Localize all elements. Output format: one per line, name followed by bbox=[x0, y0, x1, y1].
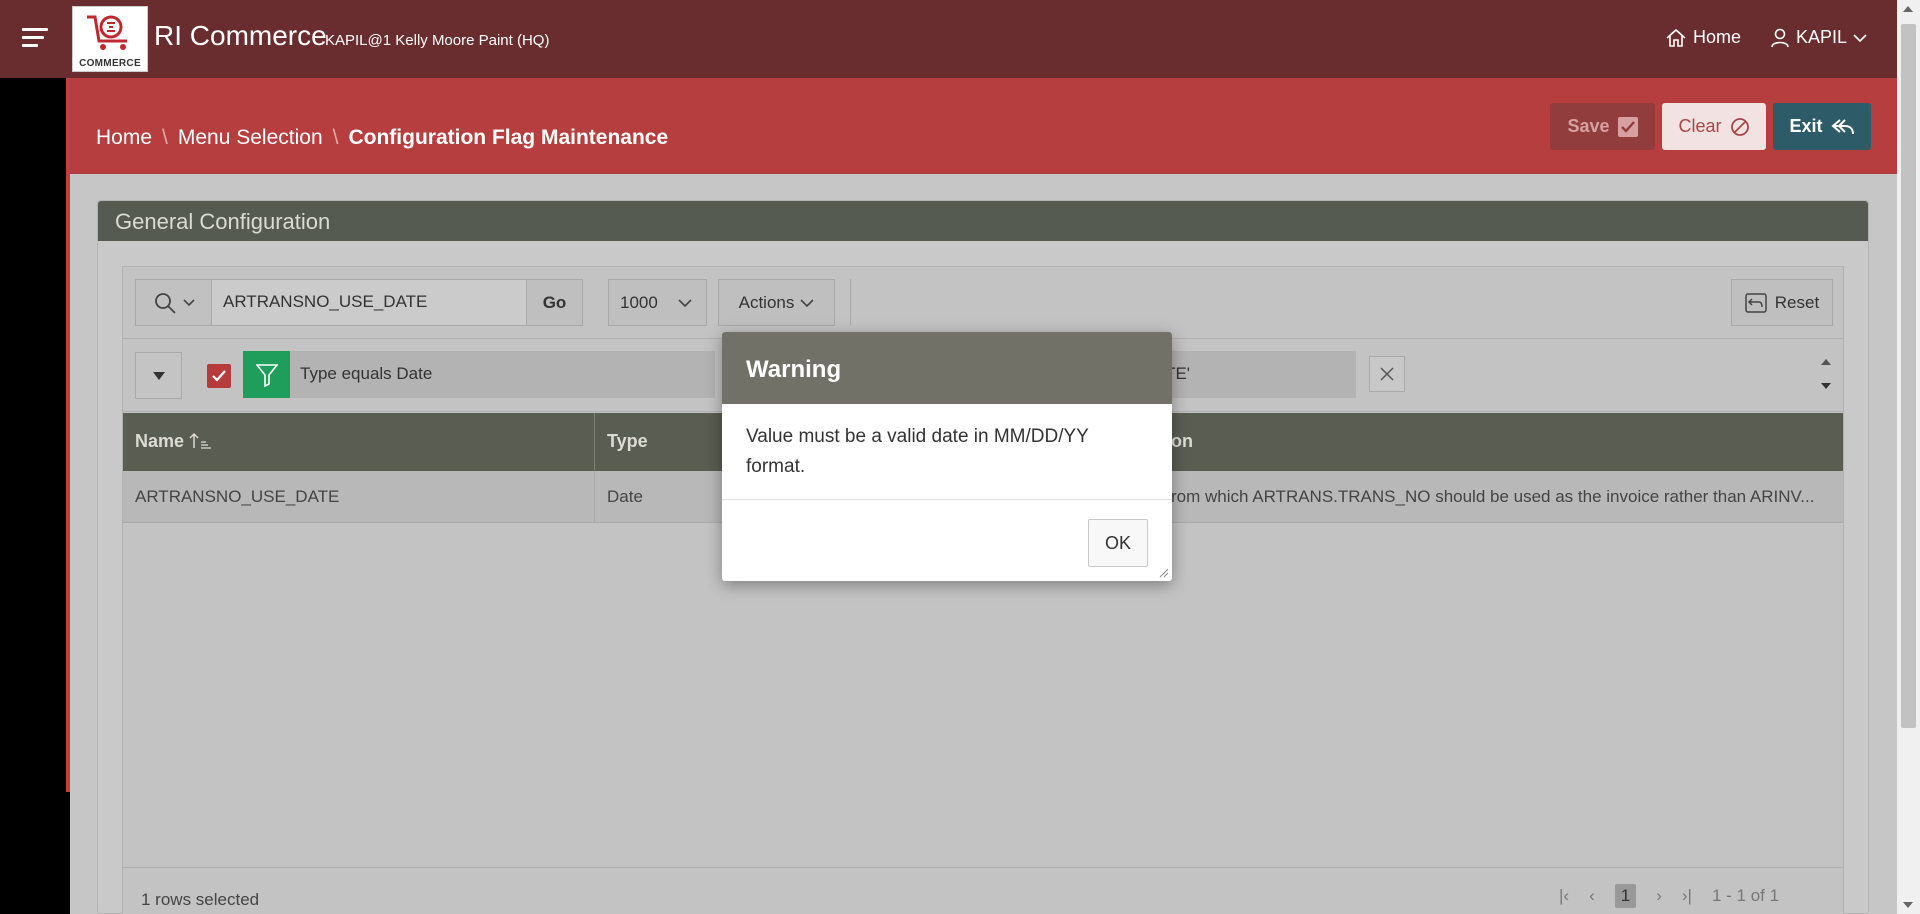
filter-scroll-arrows[interactable] bbox=[1819, 349, 1833, 399]
grid-footer: 1 rows selected |‹ ‹ 1 › ›| 1 - 1 of 1 bbox=[123, 867, 1843, 914]
column-header-type[interactable]: Type bbox=[607, 431, 648, 452]
search-input[interactable]: ARTRANSNO_USE_DATE bbox=[211, 279, 527, 326]
sort-ascending-icon bbox=[189, 432, 212, 449]
reset-button[interactable]: Reset bbox=[1731, 279, 1833, 326]
filter-description[interactable]: Type equals Date bbox=[290, 351, 715, 398]
column-header-name[interactable]: Name bbox=[135, 431, 213, 452]
cart-logo-icon bbox=[87, 15, 127, 50]
report-toolbar: ARTRANSNO_USE_DATE Go 1000 Actions Reset bbox=[123, 267, 1843, 339]
breadcrumb: Home \ Menu Selection \ Configuration Fl… bbox=[96, 126, 668, 150]
search-icon bbox=[154, 292, 176, 314]
breadcrumb-separator: \ bbox=[332, 126, 339, 149]
reset-label: Reset bbox=[1774, 292, 1820, 312]
breadcrumb-menu-selection[interactable]: Menu Selection bbox=[178, 126, 323, 150]
clear-label: Clear bbox=[1678, 116, 1722, 136]
pagination: |‹ ‹ 1 › ›| 1 - 1 of 1 bbox=[1559, 884, 1779, 908]
page-scrollbar[interactable] bbox=[1897, 0, 1920, 914]
logo-text: COMMERCE bbox=[79, 58, 141, 69]
breadcrumb-separator: \ bbox=[162, 126, 168, 149]
filter-enabled-checkbox[interactable] bbox=[207, 364, 231, 388]
scroll-down-icon[interactable] bbox=[1903, 902, 1913, 908]
cell-name: ARTRANSNO_USE_DATE bbox=[135, 487, 340, 506]
chevron-down-icon bbox=[1853, 33, 1867, 42]
app-title: RI Commerce bbox=[154, 20, 327, 51]
warning-dialog: Warning Value must be a valid date in MM… bbox=[722, 332, 1172, 581]
actions-menu-button[interactable]: Actions bbox=[718, 279, 835, 326]
menu-icon[interactable] bbox=[22, 28, 48, 50]
column-divider bbox=[594, 413, 595, 471]
chevron-down-icon bbox=[678, 298, 692, 307]
app-logo[interactable]: COMMERCE bbox=[72, 6, 148, 72]
ban-icon bbox=[1730, 117, 1749, 136]
rows-per-page-value: 1000 bbox=[620, 292, 658, 312]
breadcrumb-home[interactable]: Home bbox=[96, 126, 152, 150]
app-header: COMMERCE RI Commerce KAPIL@1 Kelly Moore… bbox=[0, 0, 1897, 78]
title-band: Home \ Menu Selection \ Configuration Fl… bbox=[70, 78, 1897, 174]
search-column-selector[interactable] bbox=[135, 279, 212, 326]
close-icon bbox=[1380, 367, 1394, 381]
app-subtitle: KAPIL@1 Kelly Moore Paint (HQ) bbox=[325, 32, 550, 49]
collapse-filters-button[interactable] bbox=[135, 352, 182, 399]
chevron-down-icon bbox=[182, 298, 195, 306]
filter-type-indicator bbox=[243, 351, 290, 398]
save-label: Save bbox=[1567, 116, 1610, 136]
scrollbar-thumb[interactable] bbox=[1901, 24, 1916, 728]
ok-button[interactable]: OK bbox=[1088, 519, 1148, 567]
rows-per-page-select[interactable]: 1000 bbox=[608, 279, 707, 326]
breadcrumb-current: Configuration Flag Maintenance bbox=[348, 126, 669, 149]
cell-description: rom which ARTRANS.TRANS_NO should be use… bbox=[1171, 487, 1815, 506]
user-menu[interactable]: KAPIL bbox=[1770, 27, 1867, 48]
save-button[interactable]: Save bbox=[1550, 103, 1655, 150]
home-icon bbox=[1666, 28, 1686, 47]
scroll-up-icon[interactable] bbox=[1903, 6, 1913, 12]
cell-type: Date bbox=[607, 487, 643, 506]
check-icon bbox=[1617, 116, 1638, 137]
next-page-icon[interactable]: › bbox=[1656, 886, 1662, 906]
last-page-icon[interactable]: ›| bbox=[1682, 886, 1692, 906]
caret-down-icon bbox=[152, 371, 165, 380]
dialog-message: Value must be a valid date in MM/DD/YY f… bbox=[722, 404, 1172, 500]
nav-home-label: Home bbox=[1693, 27, 1742, 47]
filter-description-2[interactable]: ATE' bbox=[1153, 351, 1356, 398]
page-range: 1 - 1 of 1 bbox=[1711, 886, 1780, 905]
reply-icon bbox=[1830, 118, 1854, 134]
go-button[interactable]: Go bbox=[526, 279, 583, 326]
remove-filter-button[interactable] bbox=[1369, 356, 1405, 392]
resize-handle-icon[interactable] bbox=[1157, 566, 1169, 578]
column-header-description[interactable]: on bbox=[1171, 431, 1193, 452]
toolbar-divider bbox=[850, 279, 851, 326]
nav-home-link[interactable]: Home bbox=[1665, 27, 1741, 48]
exit-label: Exit bbox=[1789, 116, 1823, 136]
clear-button[interactable]: Clear bbox=[1662, 103, 1766, 150]
column-header-name-label: Name bbox=[135, 431, 185, 451]
column-divider bbox=[594, 471, 595, 523]
actions-label: Actions bbox=[738, 292, 795, 312]
filter-icon bbox=[255, 363, 278, 387]
first-page-icon[interactable]: |‹ bbox=[1559, 886, 1569, 906]
exit-button[interactable]: Exit bbox=[1773, 103, 1871, 150]
reset-icon bbox=[1745, 292, 1767, 313]
rows-selected-text: 1 rows selected bbox=[141, 890, 260, 909]
previous-page-icon[interactable]: ‹ bbox=[1589, 886, 1595, 906]
current-page[interactable]: 1 bbox=[1614, 884, 1637, 908]
region-title: General Configuration bbox=[98, 201, 1868, 241]
chevron-down-icon bbox=[800, 298, 814, 307]
left-nav-collapsed bbox=[0, 78, 70, 914]
dialog-title[interactable]: Warning bbox=[722, 332, 1172, 404]
check-icon bbox=[212, 370, 226, 382]
user-name: KAPIL bbox=[1796, 27, 1848, 47]
dialog-footer: OK bbox=[722, 500, 1172, 581]
user-icon bbox=[1771, 28, 1789, 47]
